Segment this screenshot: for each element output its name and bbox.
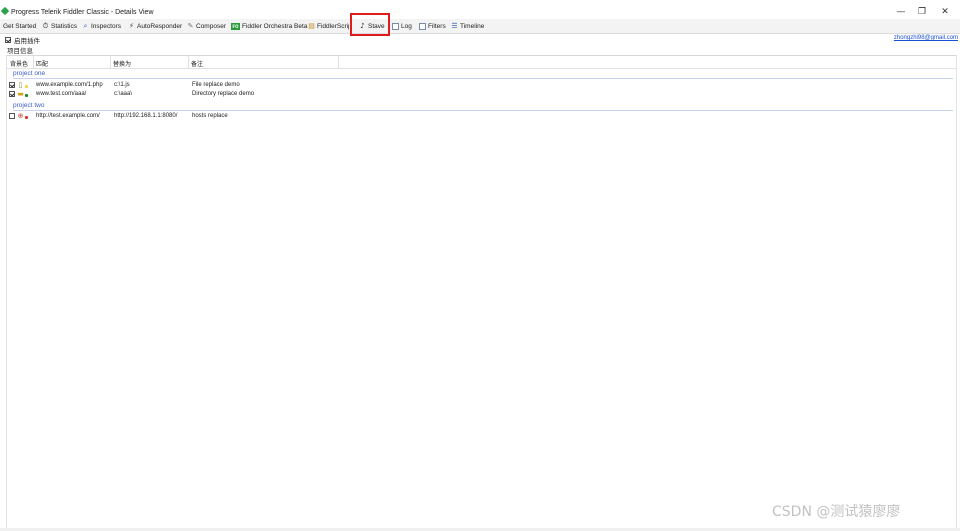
tab-autoresponder[interactable]: ⚡ AutoResponder [128,19,182,33]
tab-get-started[interactable]: Get Started [3,19,36,33]
rule-match: http://test.example.com/ [36,113,100,119]
tab-label: Statistics [51,22,78,30]
rule-note: File replace demo [192,82,240,88]
tab-bar: Get Started ⏱ Statistics ⌕ Inspectors ⚡ … [0,19,960,34]
tab-label: FiddlerScript [317,22,349,30]
enable-plugin-checkbox[interactable] [5,37,11,43]
timeline-icon: ☰ [451,21,458,30]
rule-enabled-checkbox[interactable] [9,91,15,97]
globe-icon: ⊕ [17,112,24,120]
tab-label: Log [401,22,412,30]
rule-replace: c:\aaa\ [114,91,133,97]
tab-label: AutoResponder [137,22,183,30]
fo-icon: FO [231,22,240,30]
table-row[interactable]: ▬ www.test.com/aaa/ c:\aaa\ Directory re… [7,90,956,100]
tab-label: Get Started [3,22,37,30]
enable-plugin-label: 启用插件 [14,38,40,45]
folder-icon: ▬ [17,90,24,98]
title-bar: Progress Telerik Fiddler Classic - Detai… [0,0,960,20]
stopwatch-icon: ⏱ [42,21,49,30]
checkbox-icon [419,22,426,30]
color-swatch [25,85,28,88]
tab-label: Composer [196,22,226,30]
group-header-project-two[interactable]: project two [13,102,44,109]
rule-enabled-checkbox[interactable] [9,82,15,88]
column-divider[interactable] [188,56,189,68]
project-info-title: 项目信息 [7,48,33,55]
table-row[interactable]: ⊕ http://test.example.com/ http://192.16… [7,112,956,122]
tab-inspectors[interactable]: ⌕ Inspectors [82,19,121,33]
group-header-project-one[interactable]: project one [13,70,45,77]
tab-filters[interactable]: Filters [419,19,446,33]
rule-match: www.example.com/1.php [36,82,103,88]
column-divider[interactable] [33,56,34,68]
compose-icon: ✎ [187,21,194,30]
lightning-icon: ⚡ [129,21,134,30]
color-swatch [25,94,28,97]
author-email-link[interactable]: zhongzhi98@gmail.com [894,35,958,41]
script-icon: ▤ [308,21,315,30]
tab-label: Filters [428,22,446,30]
tab-fiddlerscript[interactable]: ▤ FiddlerScript [308,19,349,33]
plugin-toolbar: 启用插件 zhongzhi98@gmail.com [0,33,960,45]
tab-stave[interactable]: ♪ Stave [359,19,385,33]
column-bgcolor[interactable]: 背景色 [10,59,28,68]
close-button[interactable]: ✕ [937,6,953,18]
rule-note: hosts replace [192,113,228,119]
watermark: CSDN @测试猿廖廖 [772,504,901,520]
rule-enabled-checkbox[interactable] [9,113,15,119]
log-icon [392,22,399,30]
rule-replace: c:\1.js [114,82,130,88]
column-divider[interactable] [338,56,339,68]
tab-log[interactable]: Log [392,19,412,33]
magnifier-icon: ⌕ [83,21,88,30]
file-icon: ▯ [18,81,23,89]
column-note[interactable]: 备注 [191,59,203,68]
group-divider [13,78,953,79]
music-note-icon: ♪ [360,21,365,30]
tab-statistics[interactable]: ⏱ Statistics [42,19,77,33]
rule-match: www.test.com/aaa/ [36,91,87,97]
column-match[interactable]: 匹配 [36,59,48,68]
tab-label: Fiddler Orchestra Beta [242,22,308,30]
tab-timeline[interactable]: ☰ Timeline [451,19,484,33]
column-header: 背景色 匹配 替换为 备注 [7,56,956,69]
tab-label: Inspectors [91,22,121,30]
column-replace[interactable]: 替换为 [113,59,131,68]
minimize-button[interactable]: — [893,6,909,18]
tab-label: Timeline [460,22,485,30]
fiddler-logo-icon [0,6,10,16]
window-title: Progress Telerik Fiddler Classic - Detai… [11,9,154,16]
rules-list: 背景色 匹配 替换为 备注 project one ▯ www.example.… [6,55,957,530]
column-divider[interactable] [110,56,111,68]
rule-replace: http://192.168.1.1:8080/ [114,113,178,119]
group-divider [13,110,953,111]
restore-button[interactable]: ❐ [914,6,930,18]
tab-composer[interactable]: ✎ Composer [187,19,226,33]
tab-fiddler-orchestra[interactable]: FO Fiddler Orchestra Beta [231,19,307,33]
rule-note: Directory replace demo [192,91,255,97]
enable-plugin-toggle[interactable]: 启用插件 [5,35,40,45]
color-swatch [25,116,28,119]
tab-label: Stave [368,22,385,30]
